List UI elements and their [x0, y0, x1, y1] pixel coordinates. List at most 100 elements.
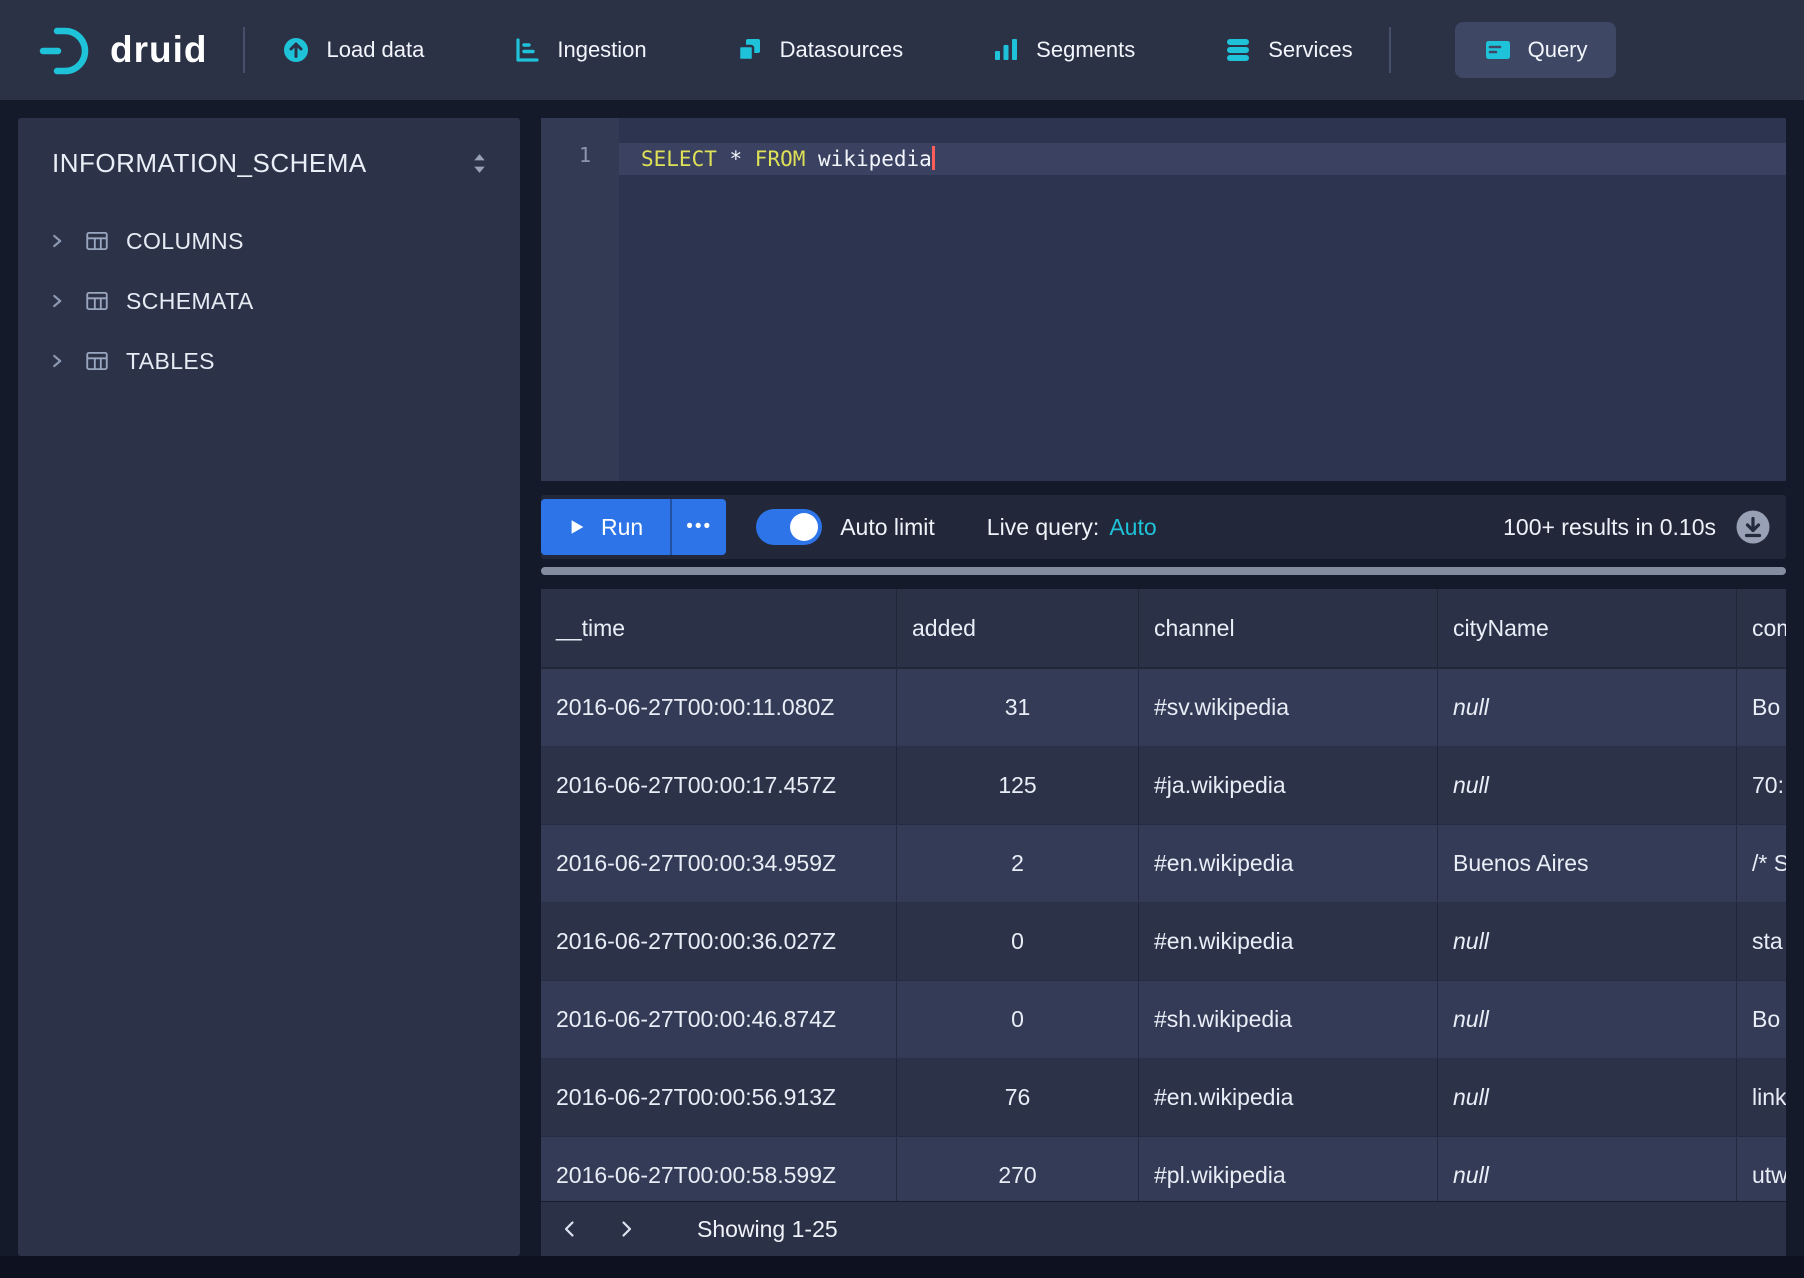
ingestion-icon — [512, 35, 542, 65]
live-query-text: Live query: — [987, 514, 1100, 540]
pagination-bar: Showing 1-25 — [541, 1201, 1786, 1256]
table-row[interactable]: 2016-06-27T00:00:36.027Z 0 #en.wikipedia… — [541, 903, 1786, 981]
schema-selector[interactable]: INFORMATION_SCHEMA — [18, 118, 520, 179]
nav-item-label: Segments — [1036, 37, 1135, 63]
navbar-items: Load data Ingestion — [281, 35, 1352, 65]
table-cell[interactable]: 2016-06-27T00:00:56.913Z — [541, 1059, 897, 1136]
table-cell[interactable]: link — [1737, 1059, 1786, 1136]
table-cell[interactable]: Bo — [1737, 981, 1786, 1058]
run-button-group: Run ••• — [541, 499, 726, 555]
table-cell[interactable]: #sv.wikipedia — [1139, 669, 1438, 746]
table-cell[interactable]: Buenos Aires — [1438, 825, 1737, 902]
nav-item-services[interactable]: Services — [1223, 35, 1352, 65]
run-button-label: Run — [601, 514, 643, 541]
table-cell[interactable]: 270 — [897, 1137, 1139, 1201]
table-row[interactable]: 2016-06-27T00:00:34.959Z 2 #en.wikipedia… — [541, 825, 1786, 903]
table-cell[interactable]: null — [1438, 981, 1737, 1058]
nav-item-load-data[interactable]: Load data — [281, 35, 424, 65]
run-more-button[interactable]: ••• — [670, 499, 726, 555]
table-cell[interactable]: 2016-06-27T00:00:11.080Z — [541, 669, 897, 746]
sql-editor[interactable]: 1 SELECT * FROM wikipedia — [541, 118, 1786, 481]
auto-limit-label: Auto limit — [840, 514, 935, 541]
table-cell[interactable]: sta — [1737, 903, 1786, 980]
tree-item-columns[interactable]: COLUMNS — [18, 211, 520, 271]
column-header[interactable]: channel — [1139, 589, 1438, 667]
table-cell[interactable]: 2016-06-27T00:00:17.457Z — [541, 747, 897, 824]
druid-logo[interactable]: druid — [38, 22, 207, 78]
live-query-mode-dropdown[interactable]: Auto — [1109, 514, 1156, 540]
table-cell[interactable]: null — [1438, 1137, 1737, 1201]
column-header[interactable]: __time — [541, 589, 897, 667]
column-header[interactable]: cityName — [1438, 589, 1737, 667]
pagination-label: Showing 1-25 — [697, 1216, 838, 1243]
chevron-right-icon[interactable] — [46, 230, 68, 252]
table-cell[interactable]: 70: — [1737, 747, 1786, 824]
table-icon — [84, 288, 110, 314]
table-cell[interactable]: null — [1438, 747, 1737, 824]
sort-double-caret-icon[interactable] — [471, 151, 488, 176]
table-cell[interactable]: null — [1438, 669, 1737, 746]
table-cell[interactable]: 31 — [897, 669, 1139, 746]
table-cell[interactable]: 0 — [897, 903, 1139, 980]
druid-console: druid Load data — [0, 0, 1804, 1278]
table-cell[interactable]: #en.wikipedia — [1139, 1059, 1438, 1136]
table-cell[interactable]: utw — [1737, 1137, 1786, 1201]
toggle-knob — [790, 513, 818, 541]
table-cell[interactable]: null — [1438, 903, 1737, 980]
column-header[interactable]: comment — [1737, 589, 1786, 667]
auto-limit-toggle[interactable] — [756, 509, 822, 545]
nav-item-ingestion[interactable]: Ingestion — [512, 35, 646, 65]
table-cell[interactable]: #ja.wikipedia — [1139, 747, 1438, 824]
table-cell[interactable]: 2016-06-27T00:00:36.027Z — [541, 903, 897, 980]
play-icon — [568, 517, 586, 537]
table-cell[interactable]: 125 — [897, 747, 1139, 824]
chevron-right-icon[interactable] — [46, 350, 68, 372]
table-cell[interactable]: 0 — [897, 981, 1139, 1058]
download-results-icon[interactable] — [1734, 508, 1772, 546]
line-number: 1 — [541, 143, 591, 167]
horizontal-scrollbar[interactable] — [541, 567, 1786, 575]
table-cell[interactable]: #pl.wikipedia — [1139, 1137, 1438, 1201]
table-icon — [84, 348, 110, 374]
table-row[interactable]: 2016-06-27T00:00:17.457Z 125 #ja.wikiped… — [541, 747, 1786, 825]
column-header[interactable]: added — [897, 589, 1139, 667]
more-dots-icon: ••• — [686, 516, 712, 538]
table-cell[interactable]: 2016-06-27T00:00:34.959Z — [541, 825, 897, 902]
next-page-icon[interactable] — [615, 1218, 637, 1240]
results-table: __time added channel cityName comment 20… — [541, 589, 1786, 1201]
nav-item-datasources[interactable]: Datasources — [735, 35, 904, 65]
query-toolbar: Run ••• Auto limit Live query:Auto 100+ … — [541, 495, 1786, 559]
table-cell[interactable]: 2 — [897, 825, 1139, 902]
table-row[interactable]: 2016-06-27T00:00:56.913Z 76 #en.wikipedi… — [541, 1059, 1786, 1137]
sql-text: * — [717, 147, 755, 171]
table-row[interactable]: 2016-06-27T00:00:58.599Z 270 #pl.wikiped… — [541, 1137, 1786, 1201]
chevron-right-icon[interactable] — [46, 290, 68, 312]
table-cell[interactable]: Bo — [1737, 669, 1786, 746]
sql-text: wikipedia — [805, 147, 931, 171]
nav-item-query-active[interactable]: Query — [1455, 22, 1616, 78]
tree-item-schemata[interactable]: SCHEMATA — [18, 271, 520, 331]
run-button[interactable]: Run — [541, 499, 670, 555]
table-cell[interactable]: 2016-06-27T00:00:58.599Z — [541, 1137, 897, 1201]
table-icon — [84, 228, 110, 254]
table-cell[interactable]: 2016-06-27T00:00:46.874Z — [541, 981, 897, 1058]
live-query-label: Live query: Auto — [987, 514, 1157, 541]
nav-item-label: Query — [1528, 37, 1588, 63]
table-cell[interactable]: null — [1438, 1059, 1737, 1136]
table-cell[interactable]: /* S — [1737, 825, 1786, 902]
previous-page-icon[interactable] — [559, 1218, 581, 1240]
table-cell[interactable]: #sh.wikipedia — [1139, 981, 1438, 1058]
nav-item-segments[interactable]: Segments — [991, 35, 1135, 65]
table-cell[interactable]: 76 — [897, 1059, 1139, 1136]
navbar-divider — [1389, 27, 1391, 73]
editor-code-area[interactable]: SELECT * FROM wikipedia — [619, 118, 1786, 481]
table-cell[interactable]: #en.wikipedia — [1139, 825, 1438, 902]
sql-keyword: FROM — [755, 147, 806, 171]
footer-strip — [0, 1256, 1804, 1278]
table-row[interactable]: 2016-06-27T00:00:11.080Z 31 #sv.wikipedi… — [541, 669, 1786, 747]
table-cell[interactable]: #en.wikipedia — [1139, 903, 1438, 980]
table-row[interactable]: 2016-06-27T00:00:46.874Z 0 #sh.wikipedia… — [541, 981, 1786, 1059]
editor-gutter: 1 — [541, 118, 619, 481]
tree-item-tables[interactable]: TABLES — [18, 331, 520, 391]
query-console-icon — [1483, 35, 1513, 65]
